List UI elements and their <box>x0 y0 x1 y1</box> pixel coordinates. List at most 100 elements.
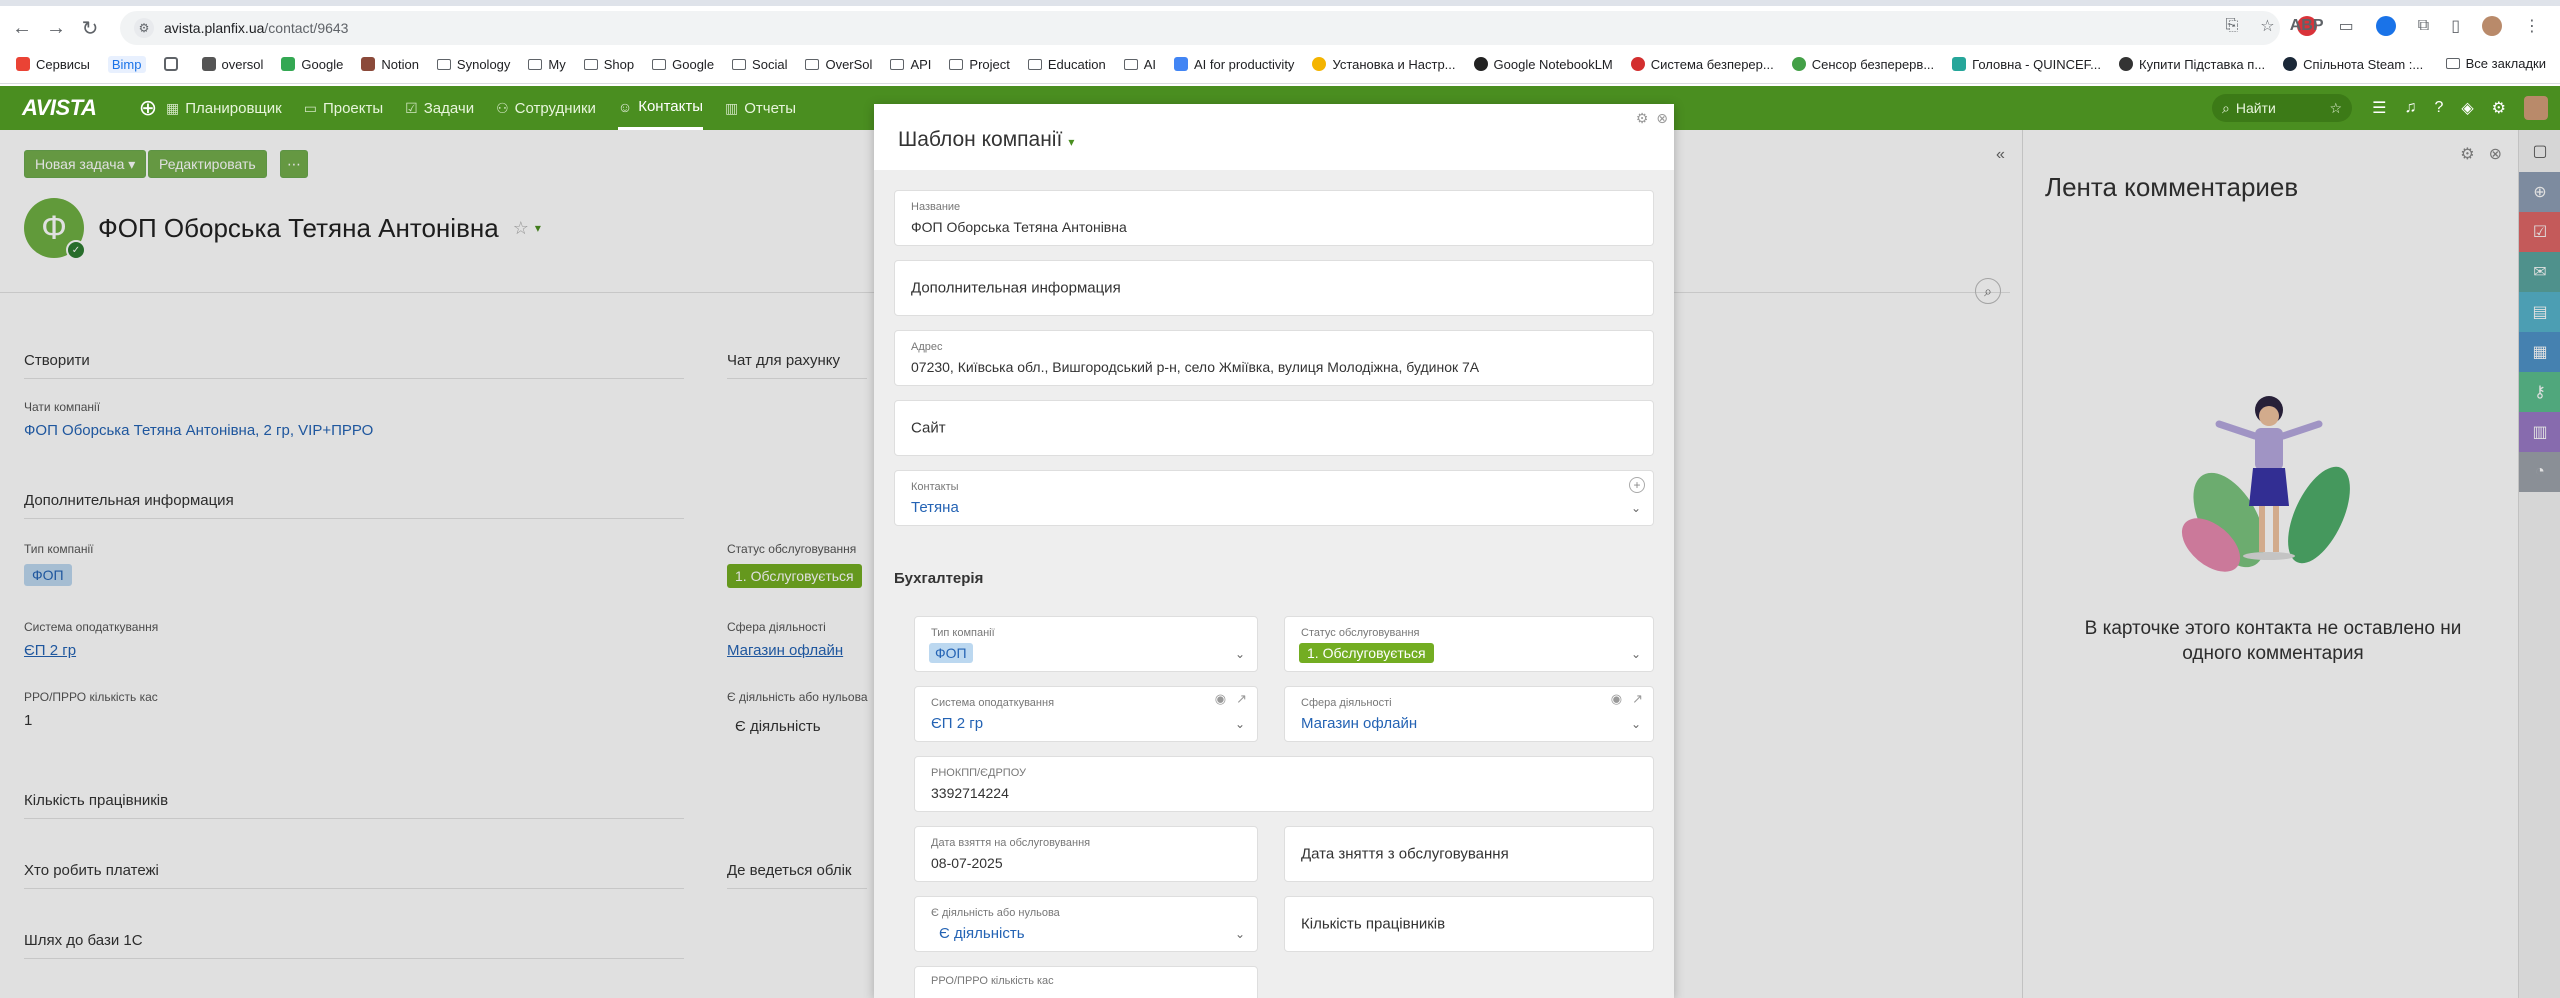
bookmark-item[interactable]: Спільнота Steam :... <box>2283 57 2423 72</box>
company-type-select[interactable]: Тип компанії ФОП ⌄ <box>914 616 1258 672</box>
eye-icon[interactable]: ◉ <box>1611 691 1622 707</box>
layers-icon[interactable]: ◈ <box>2461 98 2473 118</box>
site-info-icon[interactable]: ⚙ <box>134 18 154 38</box>
bookmark-folder[interactable]: OverSol <box>805 57 872 72</box>
bookmark-item[interactable]: Notion <box>361 57 419 72</box>
bookmark-folder[interactable]: Project <box>949 57 1010 72</box>
bookmark-folder[interactable]: My <box>528 57 566 72</box>
chevron-down-icon[interactable]: ⌄ <box>1631 647 1641 661</box>
additional-info-field[interactable]: Дополнительная информация <box>894 260 1654 316</box>
address-bar[interactable]: ⚙ avista.planfix.ua /contact/9643 <box>120 11 2280 45</box>
adblock-icon[interactable]: ABP <box>2290 16 2324 36</box>
settings-icon[interactable]: ⚙ <box>1636 110 1649 127</box>
activity-link[interactable]: Магазин офлайн <box>727 642 843 659</box>
menu-tasks[interactable]: ☑ Задачи <box>405 86 474 130</box>
bookmark-folder[interactable]: API <box>890 57 931 72</box>
chevron-down-icon[interactable]: ▾ <box>535 221 541 235</box>
contacts-field[interactable]: Контакты Тетяна + ⌄ <box>894 470 1654 526</box>
menu-contacts[interactable]: ☺ Контакты <box>617 86 703 130</box>
extensions-puzzle-icon[interactable]: ⧉ <box>2418 17 2429 35</box>
shield-extension-icon[interactable] <box>2375 16 2396 36</box>
chevron-down-icon[interactable]: ⌄ <box>1235 647 1245 661</box>
all-bookmarks[interactable]: Все закладки <box>2445 56 2546 71</box>
bookmark-item[interactable]: Головна - QUINCEF... <box>1952 57 2101 72</box>
chevron-down-icon[interactable]: ⌄ <box>1631 717 1641 731</box>
bookmark-item[interactable]: Bimp <box>107 55 146 73</box>
chevron-down-icon[interactable]: ⌄ <box>1235 717 1245 731</box>
site-field[interactable]: Сайт <box>894 400 1654 456</box>
tax-system-link[interactable]: ЄП 2 гр <box>24 642 76 659</box>
rail-key-icon[interactable]: ⚷ <box>2519 372 2560 412</box>
employees-field[interactable]: Кількість працівників <box>24 792 168 809</box>
edit-button[interactable]: Редактировать <box>148 150 267 178</box>
bookmark-item[interactable]: Google NotebookLM <box>1473 57 1613 72</box>
tax-system-select[interactable]: Система оподаткування ЄП 2 гр ◉ ↗ ⌄ <box>914 686 1258 742</box>
add-contact-icon[interactable]: + <box>1629 477 1645 493</box>
chevron-down-icon[interactable]: ⌄ <box>1235 927 1245 941</box>
chevron-down-icon[interactable]: ▾ <box>1068 135 1074 149</box>
help-icon[interactable]: ? <box>2434 99 2443 117</box>
bell-icon[interactable]: ♫ <box>2404 99 2416 117</box>
bookmark-folder[interactable]: Google <box>652 57 714 72</box>
company-chats-link[interactable]: ФОП Оборська Тетяна Антонівна, 2 гр, VIP… <box>24 422 373 439</box>
rail-mail-icon[interactable]: ✉ <box>2519 252 2560 292</box>
extension-icon[interactable]: ▭ <box>2339 16 2354 36</box>
zero-activity-select[interactable]: Є діяльність або нульова Є діяльність ⌄ <box>914 896 1258 952</box>
rail-pin-icon[interactable]: ⊕ <box>2519 172 2560 212</box>
app-logo[interactable]: AVISTA <box>0 95 130 121</box>
rail-activity-icon[interactable]: ◔ <box>2519 452 2560 492</box>
bookmark-item[interactable]: oversol <box>201 57 263 72</box>
bookmark-item[interactable] <box>163 57 184 71</box>
bookmark-folder[interactable]: AI <box>1123 57 1156 72</box>
close-icon[interactable]: ⊗ <box>1656 110 1668 127</box>
search-icon[interactable]: ⌕ <box>1975 278 2001 304</box>
close-icon[interactable]: ⊗ <box>2489 144 2502 164</box>
bookmark-item[interactable]: Сенсор безперерв... <box>1791 57 1934 72</box>
modal-title[interactable]: Шаблон компанії ▾ <box>898 128 1074 152</box>
more-button[interactable]: ⋯ <box>280 150 308 178</box>
reload-icon[interactable]: ↻ <box>76 14 104 42</box>
create-section[interactable]: Створити <box>24 352 90 369</box>
who-pays-field[interactable]: Хто робить платежі <box>24 862 159 879</box>
date-end-field[interactable]: Дата зняття з обслуговування <box>1284 826 1654 882</box>
rail-stats-icon[interactable]: ▥ <box>2519 412 2560 452</box>
eye-icon[interactable]: ◉ <box>1215 691 1226 707</box>
favorite-star-icon[interactable]: ☆ <box>513 218 529 239</box>
rnokpp-field[interactable]: РНОКПП/ЄДРПОУ 3392714224 <box>914 756 1654 812</box>
star-icon[interactable]: ☆ <box>2329 100 2342 117</box>
name-field[interactable]: Название ФОП Оборська Тетяна Антонівна <box>894 190 1654 246</box>
bookmark-item[interactable]: AI for productivity <box>1174 57 1294 72</box>
tax-system-value[interactable]: ЄП 2 гр <box>931 715 983 732</box>
where-accounting-field[interactable]: Де ведеться облік <box>727 862 851 879</box>
service-status-select[interactable]: Статус обслуговування 1. Обслуговується … <box>1284 616 1654 672</box>
user-settings-icon[interactable]: ⚙ <box>2492 98 2506 118</box>
menu-reports[interactable]: ▥ Отчеты <box>725 86 796 130</box>
rail-files-icon[interactable]: ▤ <box>2519 292 2560 332</box>
menu-employees[interactable]: ⚇ Сотрудники <box>496 86 596 130</box>
bookmark-item[interactable]: Установка и Настр... <box>1312 57 1456 72</box>
list-icon[interactable]: ☰ <box>2372 98 2386 118</box>
rro-field[interactable]: РРО/ПРРО кількість кас <box>914 966 1258 998</box>
new-task-button[interactable]: Новая задача ▾ <box>24 150 147 178</box>
collapse-panel-icon[interactable]: « <box>1996 146 2005 164</box>
date-start-field[interactable]: Дата взяття на обслуговування 08-07-2025 <box>914 826 1258 882</box>
bookmark-folder[interactable]: Shop <box>583 57 634 72</box>
install-icon[interactable]: ⎘ <box>2225 17 2238 35</box>
rail-docs-icon[interactable]: ▦ <box>2519 332 2560 372</box>
rail-tasks-icon[interactable]: ☑ <box>2519 212 2560 252</box>
chat-for-invoice[interactable]: Чат для рахунку <box>727 352 840 369</box>
bookmark-folder[interactable]: Social <box>732 57 787 72</box>
back-icon[interactable]: ← <box>8 14 36 42</box>
chat-icon[interactable]: ▢ <box>2519 136 2560 166</box>
chevron-down-icon[interactable]: ⌄ <box>1631 501 1641 515</box>
settings-icon[interactable]: ⚙ <box>2460 144 2474 164</box>
user-avatar[interactable] <box>2524 96 2548 120</box>
external-link-icon[interactable]: ↗ <box>1632 691 1643 707</box>
sidepanel-icon[interactable]: ▯ <box>2451 16 2460 36</box>
bookmark-star-icon[interactable]: ☆ <box>2260 16 2274 36</box>
bookmark-item[interactable]: Система безперер... <box>1630 57 1774 72</box>
activity-select[interactable]: Сфера діяльності Магазин офлайн ◉ ↗ ⌄ <box>1284 686 1654 742</box>
app-search-input[interactable]: ⌕ Найти ☆ <box>2212 94 2352 122</box>
employees-field[interactable]: Кількість працівників <box>1284 896 1654 952</box>
bookmark-item[interactable]: Купити Підставка п... <box>2119 57 2265 72</box>
